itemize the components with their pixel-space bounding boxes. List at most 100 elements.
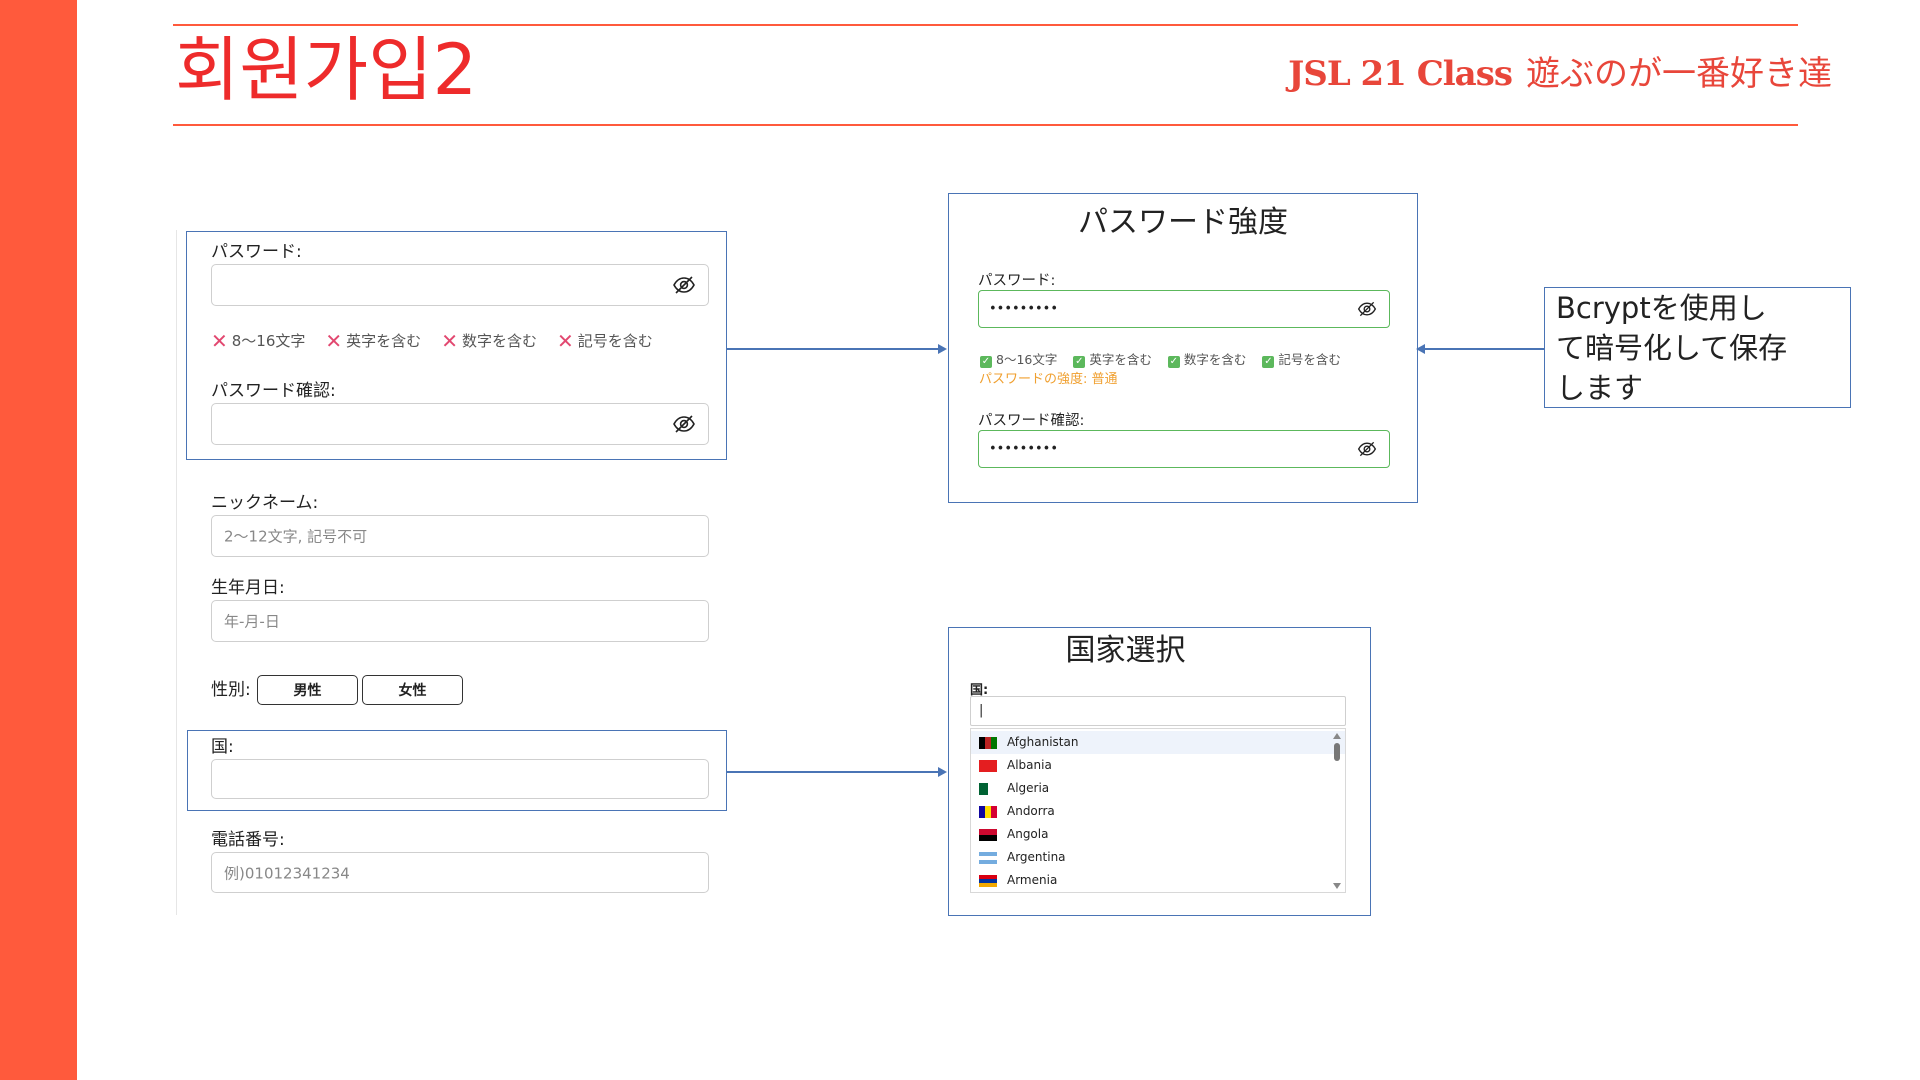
password-rule-length: ✕ 8〜16文字 bbox=[211, 330, 305, 351]
check-icon: ✓ bbox=[1167, 355, 1180, 368]
flag-ar-icon bbox=[979, 851, 997, 864]
country-name: Angola bbox=[1007, 827, 1049, 841]
scroll-thumb[interactable] bbox=[1334, 743, 1340, 761]
check-icon: ✓ bbox=[1262, 355, 1275, 368]
birthday-placeholder: 年-月-日 bbox=[224, 612, 280, 631]
note-line-3: します bbox=[1556, 371, 1644, 405]
country-name: Andorra bbox=[1007, 804, 1055, 818]
x-mark-icon: ✕ bbox=[211, 328, 228, 353]
note-line-2: て暗号化して保存 bbox=[1556, 331, 1788, 365]
gender-label: 性別: bbox=[211, 680, 251, 700]
rule-text: 数字を含む bbox=[1183, 352, 1247, 367]
dropdown-scrollbar[interactable] bbox=[1332, 731, 1342, 891]
phone-placeholder: 例)01012341234 bbox=[224, 864, 350, 882]
flag-al-icon bbox=[979, 759, 997, 772]
brand-class-name: JSL 21 Class bbox=[1288, 54, 1513, 94]
strength-confirm-input[interactable]: ••••••••• bbox=[978, 430, 1390, 468]
arrow-to-strength-panel bbox=[727, 348, 939, 350]
country-option[interactable]: Argentina bbox=[971, 846, 1345, 869]
form-left-edge bbox=[176, 230, 177, 915]
confirm-mask: ••••••••• bbox=[989, 441, 1059, 457]
nickname-placeholder: 2〜12文字, 記号不可 bbox=[224, 527, 368, 546]
country-name: Afghanistan bbox=[1007, 735, 1079, 749]
country-name: Argentina bbox=[1007, 850, 1066, 864]
country-option[interactable]: Armenia bbox=[971, 869, 1345, 892]
check-icon: ✓ bbox=[980, 355, 992, 368]
x-mark-icon: ✕ bbox=[441, 328, 458, 353]
password-rule-alpha: ✕ 英字を含む bbox=[325, 330, 421, 351]
nickname-input[interactable]: 2〜12文字, 記号不可 bbox=[211, 515, 709, 557]
birthday-input[interactable]: 年-月-日 bbox=[211, 600, 709, 642]
x-mark-icon: ✕ bbox=[556, 328, 574, 353]
strength-rules: ✓ 8〜16文字 ✓ 英字を含む ✓ 数字を含む ✓ 記号を含む bbox=[980, 349, 1341, 368]
strength-password-input[interactable]: ••••••••• bbox=[978, 290, 1390, 328]
rule-text: 数字を含む bbox=[461, 332, 537, 350]
country-name: Algeria bbox=[1007, 781, 1050, 795]
flag-ao-icon bbox=[979, 828, 997, 841]
strength-confirm-label: パスワード確認: bbox=[978, 413, 1085, 429]
password-label: パスワード: bbox=[211, 242, 302, 262]
check-icon: ✓ bbox=[1073, 355, 1086, 368]
password-rule-digit: ✕ 数字を含む bbox=[441, 330, 537, 351]
password-rule-symbol: ✕ 記号を含む bbox=[557, 330, 653, 351]
country-option[interactable]: Algeria bbox=[971, 777, 1345, 800]
phone-label: 電話番号: bbox=[211, 830, 285, 850]
rule-text: 8〜16文字 bbox=[231, 332, 306, 350]
x-mark-icon: ✕ bbox=[325, 328, 343, 353]
password-input[interactable] bbox=[211, 264, 709, 306]
strength-rule-alpha: ✓ 英字を含む bbox=[1073, 349, 1152, 368]
country-panel-title: 国家選択 bbox=[1065, 633, 1186, 668]
password-confirm-input[interactable] bbox=[211, 403, 709, 445]
strength-rule-length: ✓ 8〜16文字 bbox=[980, 349, 1057, 368]
country-option[interactable]: Andorra bbox=[971, 800, 1345, 823]
flag-af-icon bbox=[979, 736, 997, 749]
arrowhead-icon bbox=[938, 767, 947, 777]
slide-title: 회원가입2 bbox=[175, 29, 478, 111]
flag-am-icon bbox=[979, 874, 997, 887]
country-search-input[interactable]: | bbox=[970, 696, 1346, 726]
rule-text: 記号を含む bbox=[577, 332, 653, 350]
country-option[interactable]: Albania bbox=[971, 754, 1345, 777]
flag-dz-icon bbox=[979, 782, 997, 795]
birthday-label: 生年月日: bbox=[211, 578, 285, 598]
brand-tagline: 遊ぶのが一番好き達 bbox=[1526, 54, 1832, 94]
rule-text: 英字を含む bbox=[346, 332, 422, 350]
password-mask: ••••••••• bbox=[989, 301, 1059, 317]
eye-slash-icon[interactable] bbox=[672, 273, 696, 297]
gender-male-button[interactable]: 男性 bbox=[257, 675, 358, 705]
strength-indicator-text: パスワードの強度: 普通 bbox=[979, 372, 1118, 387]
country-option[interactable]: Afghanistan bbox=[971, 731, 1345, 754]
header-top-rule bbox=[173, 24, 1798, 26]
country-input[interactable] bbox=[211, 759, 709, 799]
gender-female-button[interactable]: 女性 bbox=[362, 675, 463, 705]
password-rules: ✕ 8〜16文字 ✕ 英字を含む ✕ 数字を含む ✕ 記号を含む bbox=[211, 330, 653, 351]
bcrypt-note-text: Bcryptを使用し て暗号化して保存 します bbox=[1556, 288, 1787, 408]
strength-password-label: パスワード: bbox=[978, 273, 1056, 289]
country-label: 国: bbox=[211, 737, 234, 757]
scroll-up-icon[interactable] bbox=[1333, 733, 1341, 739]
rule-text: 8〜16文字 bbox=[996, 352, 1058, 367]
strength-rule-symbol: ✓ 記号を含む bbox=[1262, 349, 1341, 368]
slide-brand: JSL 21 Class 遊ぶのが一番好き達 bbox=[1288, 52, 1832, 96]
flag-ad-icon bbox=[979, 805, 997, 818]
arrow-from-note-box bbox=[1424, 348, 1544, 350]
left-accent-bar bbox=[0, 0, 77, 1080]
strength-panel-title: パスワード強度 bbox=[1078, 205, 1288, 240]
country-dropdown-list[interactable]: Afghanistan Albania Algeria Andorra Ango… bbox=[970, 728, 1346, 893]
country-name: Albania bbox=[1007, 758, 1052, 772]
arrow-to-country-panel bbox=[727, 771, 939, 773]
scroll-down-icon[interactable] bbox=[1333, 883, 1341, 889]
nickname-label: ニックネーム: bbox=[211, 493, 319, 513]
country-option[interactable]: Angola bbox=[971, 823, 1345, 846]
eye-slash-icon[interactable] bbox=[672, 412, 696, 436]
phone-input[interactable]: 例)01012341234 bbox=[211, 852, 709, 893]
strength-rule-digit: ✓ 数字を含む bbox=[1167, 349, 1247, 368]
eye-slash-icon[interactable] bbox=[1357, 299, 1377, 319]
arrowhead-icon bbox=[938, 344, 947, 354]
country-name: Armenia bbox=[1007, 873, 1058, 887]
text-cursor: | bbox=[979, 703, 984, 718]
eye-slash-icon[interactable] bbox=[1357, 439, 1377, 459]
note-line-1: Bcryptを使用し bbox=[1556, 291, 1767, 325]
header-bottom-rule bbox=[173, 124, 1798, 126]
rule-text: 記号を含む bbox=[1278, 352, 1341, 367]
